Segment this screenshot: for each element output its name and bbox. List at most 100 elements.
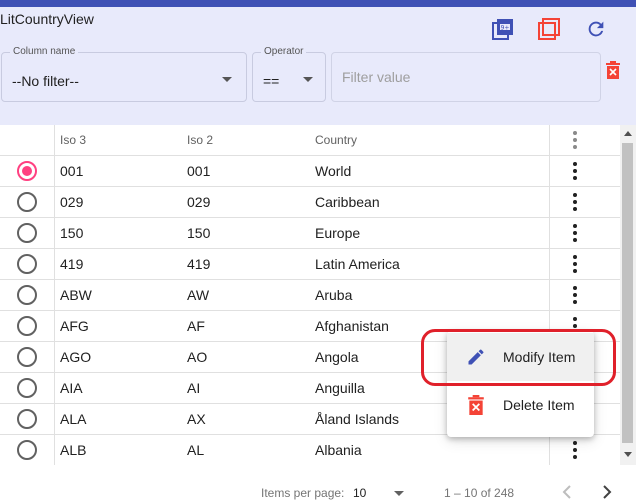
row-menu-button[interactable] — [549, 156, 599, 186]
iso3-cell: AGO — [60, 349, 92, 365]
country-cell: Albania — [315, 442, 362, 458]
row-radio-button[interactable] — [17, 161, 37, 181]
row-radio-button[interactable] — [17, 316, 37, 336]
table-row[interactable]: 150 150 Europe — [0, 218, 620, 249]
filter-value-input[interactable] — [332, 53, 600, 101]
row-select-cell — [0, 342, 55, 372]
iso3-cell: 419 — [60, 256, 84, 272]
row-radio-button[interactable] — [17, 440, 37, 460]
table-header-row: Iso 3 Iso 2 Country — [0, 125, 620, 156]
table-row[interactable]: 029 029 Caribbean — [0, 187, 620, 218]
delete-item-label: Delete Item — [503, 397, 575, 413]
items-per-page-label: Items per page: — [261, 486, 345, 500]
previous-page-icon[interactable] — [557, 482, 577, 502]
row-radio-button[interactable] — [17, 192, 37, 212]
row-radio-button[interactable] — [17, 409, 37, 429]
row-radio-button[interactable] — [17, 285, 37, 305]
iso2-cell: AF — [187, 318, 205, 334]
highlight-annotation — [421, 329, 616, 386]
filter-value-field[interactable] — [331, 52, 601, 102]
column-name-value: --No filter-- — [12, 73, 79, 89]
country-cell: World — [315, 163, 352, 179]
row-select-cell — [0, 435, 55, 465]
iso3-cell: 029 — [60, 194, 84, 210]
country-cell: Europe — [315, 225, 361, 241]
scroll-up-arrow-icon[interactable] — [624, 131, 632, 136]
table-row[interactable]: ABW AW Aruba — [0, 280, 620, 311]
iso2-cell: 419 — [187, 256, 211, 272]
row-radio-button[interactable] — [17, 378, 37, 398]
operator-value: == — [263, 73, 280, 89]
country-cell: Åland Islands — [315, 411, 400, 427]
row-menu-button[interactable] — [549, 249, 599, 279]
header-panel: LitCountryView 9+ Column name --No filte… — [0, 7, 636, 125]
delete-icon — [606, 61, 620, 79]
iso2-cell: 001 — [187, 163, 211, 179]
table-row[interactable]: 419 419 Latin America — [0, 249, 620, 280]
row-select-cell — [0, 280, 55, 310]
copy-item-button[interactable] — [536, 16, 562, 42]
more-vert-icon — [572, 286, 577, 304]
page-range-label: 1 – 10 of 248 — [444, 486, 515, 500]
more-vert-icon — [572, 131, 577, 149]
refresh-icon — [588, 21, 604, 37]
row-select-cell — [0, 249, 55, 279]
scroll-down-arrow-icon[interactable] — [624, 452, 632, 457]
operator-select[interactable]: Operator == — [252, 46, 326, 102]
iso3-cell: AFG — [60, 318, 89, 334]
refresh-button[interactable] — [583, 16, 609, 42]
table-scrollbar[interactable] — [620, 125, 636, 465]
column-header-iso2[interactable]: Iso 2 — [187, 125, 213, 155]
operator-label: Operator — [261, 46, 307, 57]
iso3-cell: 150 — [60, 225, 84, 241]
table-row[interactable]: ALB AL Albania — [0, 435, 620, 466]
header-select-cell — [0, 125, 55, 155]
column-name-select[interactable]: Column name --No filter-- — [1, 46, 247, 102]
row-menu-button[interactable] — [549, 187, 599, 217]
country-cell: Anguilla — [315, 380, 365, 396]
column-header-country[interactable]: Country — [315, 125, 357, 155]
more-vert-icon — [572, 255, 577, 273]
column-header-iso3[interactable]: Iso 3 — [60, 125, 86, 155]
row-menu-button[interactable] — [549, 218, 599, 248]
clear-filter-button[interactable] — [600, 57, 626, 83]
iso3-cell: ALB — [60, 442, 87, 458]
country-cell: Angola — [315, 349, 359, 365]
more-vert-icon — [572, 441, 577, 459]
country-cell: Afghanistan — [315, 318, 389, 334]
chevron-down-icon[interactable] — [394, 491, 404, 496]
svg-text:9+: 9+ — [501, 25, 510, 32]
row-select-cell — [0, 404, 55, 434]
delete-item-menu-item[interactable]: Delete Item — [447, 381, 594, 429]
iso2-cell: AI — [187, 380, 201, 396]
iso2-cell: AO — [187, 349, 208, 365]
row-radio-button[interactable] — [17, 223, 37, 243]
iso3-cell: 001 — [60, 163, 84, 179]
row-radio-button[interactable] — [17, 347, 37, 367]
app-title: LitCountryView — [0, 11, 94, 27]
add-box-icon: 9+ — [492, 19, 513, 40]
iso2-cell: AX — [187, 411, 206, 427]
paginator: Items per page: 10 1 – 10 of 248 — [0, 465, 636, 502]
add-items-button[interactable]: 9+ — [490, 16, 516, 42]
row-select-cell — [0, 311, 55, 341]
items-per-page-value[interactable]: 10 — [353, 486, 366, 500]
more-vert-icon — [572, 162, 577, 180]
row-select-cell — [0, 156, 55, 186]
row-menu-button[interactable] — [549, 435, 599, 465]
next-page-icon[interactable] — [597, 482, 617, 502]
iso2-cell: AL — [187, 442, 205, 458]
chevron-down-icon — [222, 77, 232, 82]
row-select-cell — [0, 373, 55, 403]
header-menu-button[interactable] — [549, 125, 599, 155]
row-radio-button[interactable] — [17, 254, 37, 274]
iso2-cell: 150 — [187, 225, 211, 241]
iso2-cell: 029 — [187, 194, 211, 210]
table-row[interactable]: 001 001 World — [0, 156, 620, 187]
country-cell: Latin America — [315, 256, 400, 272]
country-cell: Caribbean — [315, 194, 380, 210]
row-menu-button[interactable] — [549, 280, 599, 310]
copy-box-icon — [538, 18, 560, 40]
scroll-thumb[interactable] — [622, 143, 633, 443]
iso3-cell: ALA — [60, 411, 87, 427]
